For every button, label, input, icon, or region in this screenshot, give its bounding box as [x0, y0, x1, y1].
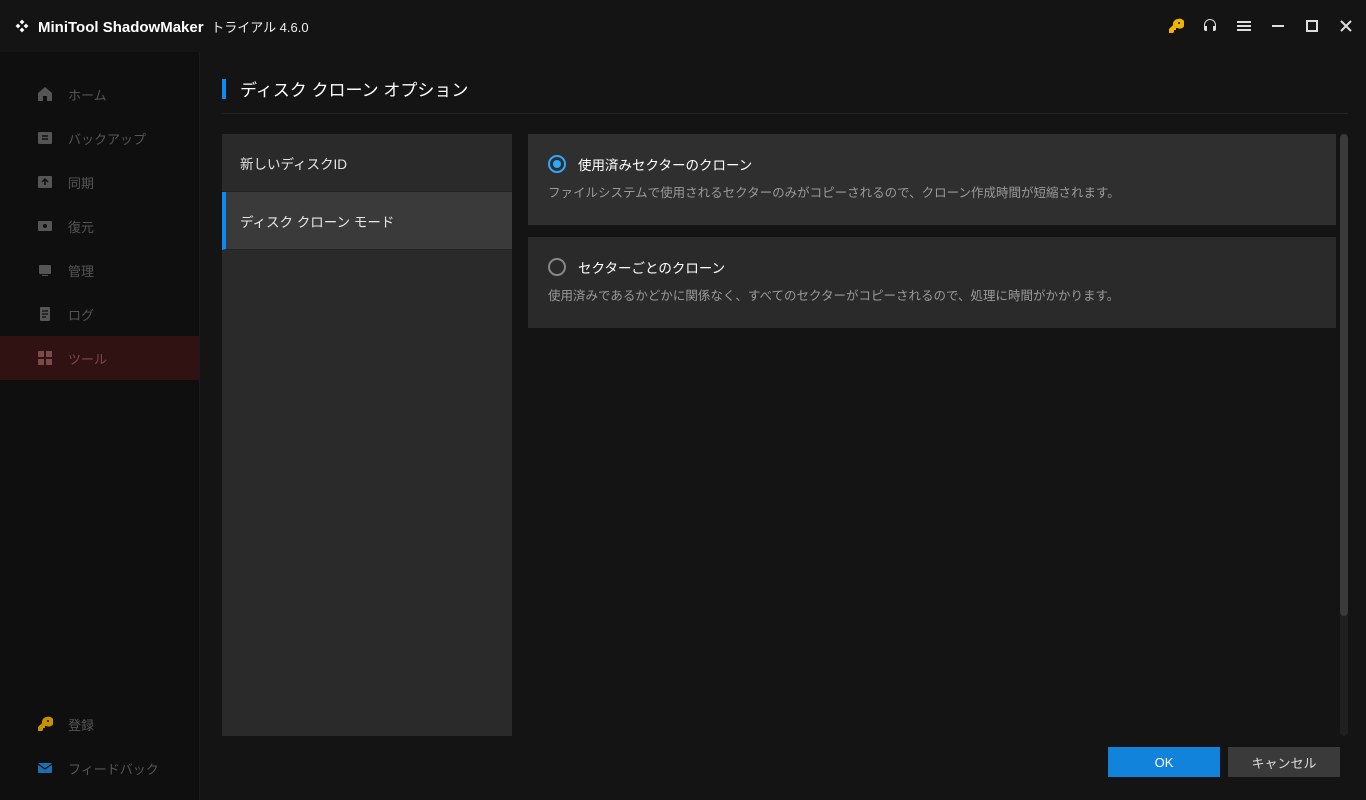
key-icon — [36, 715, 54, 733]
sidebar: ホーム バックアップ 同期 復元 管理 ログ — [0, 52, 200, 800]
options-category-panel: 新しいディスクID ディスク クローン モード — [222, 134, 512, 736]
sync-icon — [36, 173, 54, 191]
sidebar-item-log[interactable]: ログ — [0, 292, 199, 336]
main-area: ディスク クローン オプション 新しいディスクID ディスク クローン モード … — [200, 52, 1366, 800]
page-title: ディスク クローン オプション — [240, 76, 468, 101]
radio-icon[interactable] — [548, 155, 566, 173]
option-description: 使用済みであるかどかに関係なく、すべてのセクターがコピーされるので、処理に時間が… — [548, 287, 1316, 306]
footer: OK キャンセル — [222, 736, 1348, 788]
sidebar-item-label: 登録 — [68, 715, 94, 734]
tool-icon — [36, 349, 54, 367]
sidebar-item-restore[interactable]: 復元 — [0, 204, 199, 248]
ok-button[interactable]: OK — [1108, 747, 1220, 777]
option-description: ファイルシステムで使用されるセクターのみがコピーされるので、クローン作成時間が短… — [548, 184, 1316, 203]
manage-icon — [36, 261, 54, 279]
sidebar-item-label: ホーム — [68, 85, 107, 104]
app-logo-icon — [14, 18, 30, 34]
header-accent-bar — [222, 79, 226, 99]
key-icon[interactable] — [1168, 18, 1184, 34]
option-title: セクターごとのクローン — [578, 257, 725, 277]
sidebar-item-tool[interactable]: ツール — [0, 336, 199, 380]
options-panel: 使用済みセクターのクローン ファイルシステムで使用されるセクターのみがコピーされ… — [528, 134, 1336, 736]
menu-icon[interactable] — [1236, 18, 1252, 34]
option-sector-by-sector-clone[interactable]: セクターごとのクローン 使用済みであるかどかに関係なく、すべてのセクターがコピー… — [528, 237, 1336, 328]
panel-item-label: 新しいディスクID — [240, 153, 347, 173]
mail-icon — [36, 759, 54, 777]
close-icon[interactable] — [1338, 18, 1354, 34]
minimize-icon[interactable] — [1270, 18, 1286, 34]
sidebar-item-label: ログ — [68, 305, 94, 324]
option-title: 使用済みセクターのクローン — [578, 154, 752, 174]
log-icon — [36, 305, 54, 323]
maximize-icon[interactable] — [1304, 18, 1320, 34]
panel-item-label: ディスク クローン モード — [240, 211, 394, 231]
sidebar-item-label: ツール — [68, 349, 107, 368]
sidebar-item-manage[interactable]: 管理 — [0, 248, 199, 292]
panel-item-new-disk-id[interactable]: 新しいディスクID — [222, 134, 512, 192]
sidebar-item-backup[interactable]: バックアップ — [0, 116, 199, 160]
backup-icon — [36, 129, 54, 147]
option-used-sector-clone[interactable]: 使用済みセクターのクローン ファイルシステムで使用されるセクターのみがコピーされ… — [528, 134, 1336, 225]
page-header: ディスク クローン オプション — [222, 76, 1348, 114]
radio-icon[interactable] — [548, 258, 566, 276]
sidebar-item-label: フィードバック — [68, 759, 159, 778]
sidebar-item-label: 同期 — [68, 173, 94, 192]
sidebar-item-feedback[interactable]: フィードバック — [0, 746, 199, 790]
sidebar-item-sync[interactable]: 同期 — [0, 160, 199, 204]
scrollbar-thumb[interactable] — [1340, 134, 1348, 616]
titlebar: MiniTool ShadowMaker トライアル 4.6.0 — [0, 0, 1366, 52]
sidebar-item-home[interactable]: ホーム — [0, 72, 199, 116]
cancel-button[interactable]: キャンセル — [1228, 747, 1340, 777]
scrollbar[interactable] — [1340, 134, 1348, 736]
sidebar-item-label: 復元 — [68, 217, 94, 236]
sidebar-item-label: 管理 — [68, 261, 94, 280]
restore-icon — [36, 217, 54, 235]
app-title: MiniTool ShadowMaker トライアル 4.6.0 — [38, 17, 309, 36]
headphones-icon[interactable] — [1202, 18, 1218, 34]
panel-item-clone-mode[interactable]: ディスク クローン モード — [222, 192, 512, 250]
sidebar-item-label: バックアップ — [68, 129, 146, 148]
sidebar-item-register[interactable]: 登録 — [0, 702, 199, 746]
home-icon — [36, 85, 54, 103]
